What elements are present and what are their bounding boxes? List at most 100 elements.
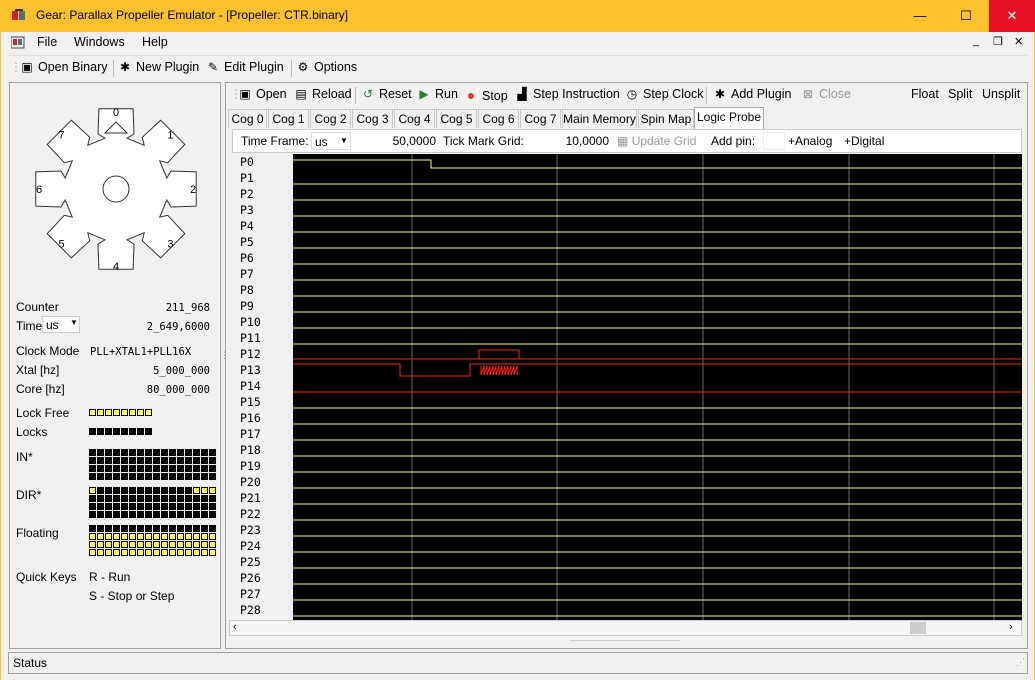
mdi-child-icon[interactable] <box>10 36 25 52</box>
menu-file[interactable]: File <box>37 35 57 49</box>
tick-grid-input[interactable]: 10,0000 <box>533 132 611 150</box>
pin-label-p5[interactable]: P5 <box>240 235 254 249</box>
split-button[interactable]: Split <box>948 87 972 101</box>
time-frame-input[interactable]: 50,0000 <box>358 132 438 150</box>
horizontal-scrollbar[interactable]: ‹ › <box>229 620 1022 636</box>
pin-label-p26[interactable]: P26 <box>240 571 261 585</box>
in-bit <box>169 449 176 456</box>
reload-button[interactable]: ▤ Reload <box>294 87 351 101</box>
in-bit <box>97 457 104 464</box>
splitter-handle[interactable]: ⋮ <box>220 350 229 390</box>
pin-label-p3[interactable]: P3 <box>240 203 254 217</box>
pin-label-p6[interactable]: P6 <box>240 251 254 265</box>
tab-cog-5[interactable]: Cog 5 <box>436 109 477 128</box>
trace-p0 <box>293 159 1022 169</box>
new-plugin-button[interactable]: ✱ New Plugin <box>118 60 199 74</box>
floating-bit <box>121 533 128 540</box>
unsplit-button[interactable]: Unsplit <box>982 87 1020 101</box>
pin-label-p17[interactable]: P17 <box>240 427 261 441</box>
pin-label-p8[interactable]: P8 <box>240 283 254 297</box>
time-unit-select[interactable]: us ▼ <box>42 316 80 333</box>
pin-label-p24[interactable]: P24 <box>240 539 261 553</box>
tab-logic-probe[interactable]: Logic Probe <box>694 107 764 129</box>
open-button[interactable]: ▣ Open <box>238 87 286 101</box>
options-button[interactable]: ⚙ Options <box>296 60 357 74</box>
pin-label-p27[interactable]: P27 <box>240 587 261 601</box>
step-instruction-button[interactable]: ▟ Step Instruction <box>515 87 619 101</box>
update-grid-button[interactable]: ▦ Update Grid <box>617 134 696 148</box>
pin-label-p25[interactable]: P25 <box>240 555 261 569</box>
pin-label-p21[interactable]: P21 <box>240 491 261 505</box>
floating-bit <box>145 549 152 556</box>
time-frame-unit-select[interactable]: us ▼ <box>311 132 351 150</box>
splitter-bottom-handle[interactable] <box>570 640 680 649</box>
in-bit <box>105 449 112 456</box>
scroll-left-icon[interactable]: ‹ <box>233 621 237 633</box>
tab-cog-6[interactable]: Cog 6 <box>478 109 519 128</box>
pin-label-p11[interactable]: P11 <box>240 331 261 345</box>
dir-bit <box>137 503 144 510</box>
pin-label-p9[interactable]: P9 <box>240 299 254 313</box>
mdi-minimize-button[interactable]: _ <box>973 35 979 47</box>
pin-label-p12[interactable]: P12 <box>240 347 261 361</box>
add-pin-label: Add pin: <box>711 134 756 148</box>
in-bit <box>97 465 104 472</box>
pin-label-p22[interactable]: P22 <box>240 507 261 521</box>
mdi-restore-button[interactable]: ❐ <box>993 35 1003 48</box>
pin-label-p2[interactable]: P2 <box>240 187 254 201</box>
pin-label-p28[interactable]: P28 <box>240 603 261 617</box>
tab-main-memory[interactable]: Main Memory <box>562 109 637 128</box>
pin-label-p10[interactable]: P10 <box>240 315 261 329</box>
dir-bit <box>89 511 96 518</box>
add-pin-input[interactable] <box>763 132 785 150</box>
tab-cog-2[interactable]: Cog 2 <box>310 109 351 128</box>
add-plugin-button[interactable]: ✱ Add Plugin <box>713 87 792 101</box>
pin-label-p15[interactable]: P15 <box>240 395 261 409</box>
pin-label-p13[interactable]: P13 <box>240 363 261 377</box>
window-title: Gear: Parallax Propeller Emulator - [Pro… <box>36 8 349 22</box>
pin-label-p18[interactable]: P18 <box>240 443 261 457</box>
stop-button[interactable]: ● Stop <box>464 87 508 103</box>
add-digital-button[interactable]: +Digital <box>844 134 884 148</box>
minimize-button[interactable]: — <box>897 0 943 32</box>
floating-bit <box>185 525 192 532</box>
pin-label-p20[interactable]: P20 <box>240 475 261 489</box>
scroll-right-icon[interactable]: › <box>1009 621 1013 633</box>
pin-label-p19[interactable]: P19 <box>240 459 261 473</box>
pin-label-p7[interactable]: P7 <box>240 267 254 281</box>
pin-label-p1[interactable]: P1 <box>240 171 254 185</box>
tab-cog-1[interactable]: Cog 1 <box>268 109 309 128</box>
run-button[interactable]: ▶ Run <box>417 87 458 101</box>
close-button[interactable]: ✕ <box>989 0 1035 32</box>
tab-cog-4[interactable]: Cog 4 <box>394 109 435 128</box>
edit-plugin-button[interactable]: ✎ Edit Plugin <box>206 60 284 74</box>
dir-bit <box>97 511 104 518</box>
pin-label-p0[interactable]: P0 <box>240 155 254 169</box>
hub-gear-diagram: 0 1 2 3 4 5 6 7 <box>35 107 197 273</box>
dir-bit <box>89 503 96 510</box>
step-clock-button[interactable]: ◷ Step Clock <box>625 87 704 101</box>
tab-cog-7[interactable]: Cog 7 <box>520 109 561 128</box>
dir-bit <box>209 487 216 494</box>
tab-cog-0[interactable]: Cog 0 <box>228 109 267 128</box>
floating-bit <box>153 549 160 556</box>
pin-label-p16[interactable]: P16 <box>240 411 261 425</box>
resize-grip-icon[interactable]: ⋰ <box>1016 657 1025 668</box>
tab-cog-3[interactable]: Cog 3 <box>352 109 393 128</box>
add-analog-button[interactable]: +Analog <box>788 134 832 148</box>
pin-label-p23[interactable]: P23 <box>240 523 261 537</box>
reset-button[interactable]: ↺ Reset <box>361 87 412 101</box>
scroll-thumb[interactable] <box>910 622 926 634</box>
menu-help[interactable]: Help <box>142 35 168 49</box>
close-plugin-button[interactable]: ⊠ Close <box>801 87 851 101</box>
tab-spin-map[interactable]: Spin Map <box>638 109 694 128</box>
float-button[interactable]: Float <box>911 87 939 101</box>
mdi-close-button[interactable]: ✕ <box>1014 35 1023 48</box>
pin-label-p14[interactable]: P14 <box>240 379 261 393</box>
open-binary-button[interactable]: ▣ Open Binary <box>20 60 107 74</box>
menu-windows[interactable]: Windows <box>74 35 125 49</box>
maximize-button[interactable]: ☐ <box>943 0 989 32</box>
floating-bit <box>169 525 176 532</box>
pin-label-p4[interactable]: P4 <box>240 219 254 233</box>
main-toolbar: ⋮ ▣ Open Binary ✱ New Plugin ✎ Edit Plugin … <box>8 55 1028 80</box>
